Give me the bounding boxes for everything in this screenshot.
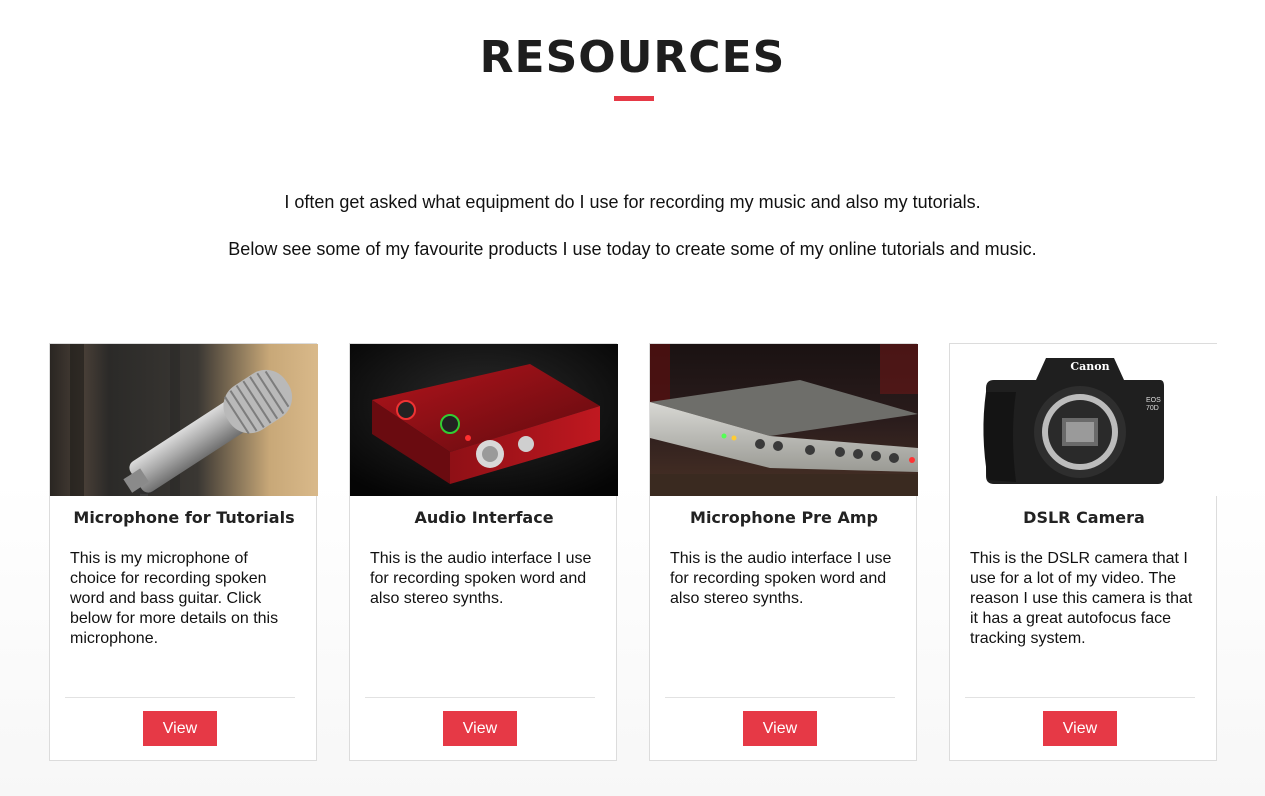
card-title: Microphone Pre Amp	[690, 508, 878, 527]
resource-card-dslr-camera: Canon EOS 70D DSLR Camera This is the DS…	[949, 343, 1218, 761]
card-divider	[365, 697, 595, 698]
card-title: Audio Interface	[414, 508, 554, 527]
camera-model-number: 70D	[1146, 405, 1159, 412]
card-description: This is my microphone of choice for reco…	[70, 550, 279, 647]
card-divider	[65, 697, 295, 698]
camera-brand-logo: Canon	[1070, 360, 1109, 373]
card-title: Microphone for Tutorials	[73, 508, 295, 527]
audio-interface-image	[350, 344, 618, 496]
camera-model-label: EOS	[1146, 397, 1161, 404]
view-button-microphone[interactable]: View	[143, 711, 217, 746]
preamp-image	[650, 344, 918, 496]
resource-card-preamp: Microphone Pre Amp This is the audio int…	[649, 343, 918, 761]
card-title: DSLR Camera	[1023, 508, 1145, 527]
dslr-camera-image: Canon EOS 70D	[950, 344, 1218, 496]
card-description: This is the DSLR camera that I use for a…	[970, 550, 1193, 647]
intro-line-2: Below see some of my favourite products …	[228, 239, 1037, 259]
view-button-preamp[interactable]: View	[743, 711, 817, 746]
card-description: This is the audio interface I use for re…	[670, 550, 892, 607]
card-divider	[665, 697, 895, 698]
view-button-audio-interface[interactable]: View	[443, 711, 517, 746]
resource-card-audio-interface: Audio Interface This is the audio interf…	[349, 343, 618, 761]
card-divider	[965, 697, 1195, 698]
resource-card-microphone: Microphone for Tutorials This is my micr…	[49, 343, 318, 761]
microphone-image	[50, 344, 318, 496]
view-button-dslr-camera[interactable]: View	[1043, 711, 1117, 746]
card-description: This is the audio interface I use for re…	[370, 550, 592, 607]
intro-line-1: I often get asked what equipment do I us…	[284, 192, 981, 212]
title-underline	[614, 96, 654, 101]
page-title: RESOURCES	[479, 32, 786, 83]
